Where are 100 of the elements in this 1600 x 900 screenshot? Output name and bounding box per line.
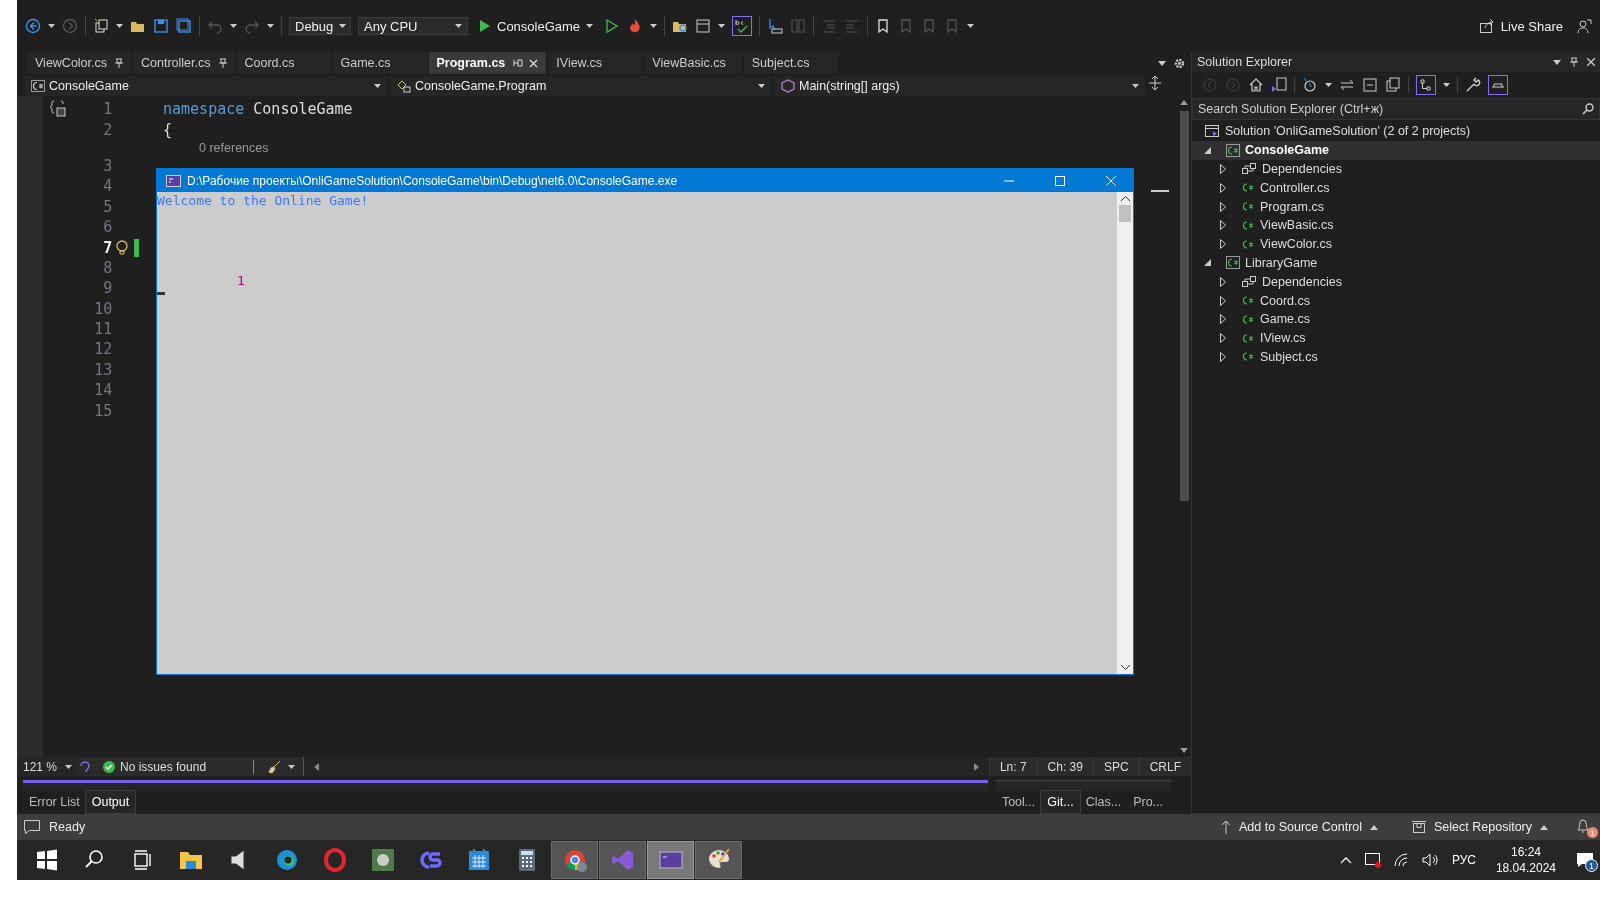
tree-item[interactable]: Controller.cs (1260, 180, 1330, 195)
maximize-icon[interactable] (1054, 175, 1065, 186)
tree-item[interactable]: Coord.cs (1260, 293, 1311, 308)
dropdown-caret-icon[interactable] (288, 764, 295, 769)
back-icon[interactable] (25, 18, 41, 34)
pending-changes-filter-icon[interactable] (1302, 77, 1318, 93)
volume-icon[interactable] (1421, 853, 1440, 867)
cleanup-brush-icon[interactable] (268, 759, 282, 774)
tree-item[interactable]: ConsoleGame (1245, 143, 1330, 158)
panel-tab[interactable]: Clas... (1079, 791, 1128, 813)
select-repository-button[interactable]: Select Repository (1406, 819, 1554, 835)
tree-item[interactable]: Game.cs (1260, 312, 1310, 327)
properties-icon[interactable] (1465, 77, 1481, 93)
issues-status[interactable]: No issues found (120, 759, 207, 774)
screen-icon[interactable] (1363, 852, 1382, 868)
pin-icon[interactable] (218, 58, 227, 68)
platform-dropdown[interactable]: Any CPU (358, 17, 468, 35)
tab-list-caret-icon[interactable] (1158, 60, 1166, 66)
collapsed-arrow-icon[interactable] (1220, 314, 1226, 325)
scroll-up-icon[interactable] (1180, 100, 1188, 105)
document-tab[interactable]: ViewBasic.cs (644, 52, 742, 74)
input-language[interactable]: РУС (1451, 853, 1476, 867)
zoom-dropdown[interactable]: 121 % (17, 757, 79, 776)
clock-date[interactable]: 18.04.2024 (1495, 860, 1556, 876)
panel-tab[interactable]: Error List (23, 791, 86, 813)
tree-item[interactable]: Solution 'OnliGameSolution' (2 of 2 projects) (1225, 124, 1471, 139)
scroll-up-icon[interactable] (1120, 196, 1130, 201)
dropdown-caret-icon[interactable] (1443, 83, 1450, 87)
expanded-arrow-icon[interactable] (1203, 146, 1211, 154)
document-tab[interactable]: Coord.cs (236, 52, 331, 74)
tree-item[interactable]: ViewColor.cs (1260, 237, 1333, 252)
pin-icon[interactable] (1570, 57, 1578, 67)
tree-item[interactable]: Program.cs (1260, 199, 1324, 214)
window-layout-icon[interactable] (695, 18, 712, 34)
scroll-left-icon[interactable] (314, 762, 319, 771)
code-lens-references[interactable]: 0 references (199, 140, 269, 155)
home-icon[interactable] (1248, 77, 1264, 93)
scroll-thumb[interactable] (1179, 111, 1189, 501)
tree-item[interactable]: Subject.cs (1260, 349, 1318, 364)
vertical-scrollbar[interactable] (1117, 192, 1133, 674)
tree-item[interactable]: IView.cs (1260, 331, 1306, 346)
type-dropdown[interactable]: ConsoleGame.Program (391, 76, 771, 96)
scroll-right-icon[interactable] (973, 762, 979, 771)
copy-icon[interactable] (1385, 77, 1401, 93)
document-tab[interactable]: Subject.cs (743, 52, 838, 74)
dropdown-caret-icon[interactable] (718, 24, 726, 28)
close-icon[interactable] (529, 58, 539, 68)
dropdown-caret-icon[interactable] (967, 24, 975, 28)
feedback-icon[interactable] (1576, 18, 1592, 34)
panel-tab[interactable]: Pro... (1127, 791, 1169, 813)
panel-tab[interactable]: Output (85, 791, 136, 813)
collapsed-arrow-icon[interactable] (1220, 333, 1226, 344)
window-title-bar[interactable]: D:\Рабочие проекты\OnliGameSolution\ConsoleGame\bin\Debug\net6.0\ConsoleGame.exe (157, 169, 1133, 192)
document-tab[interactable]: ViewColor.cs (27, 52, 132, 74)
collapsed-arrow-icon[interactable] (1220, 295, 1226, 306)
scroll-thumb[interactable] (1119, 205, 1131, 222)
collapsed-arrow-icon[interactable] (1220, 220, 1226, 231)
save-all-icon[interactable] (176, 18, 192, 34)
expanded-arrow-icon[interactable] (1203, 259, 1211, 267)
dropdown-caret-icon[interactable] (1325, 83, 1332, 87)
member-dropdown[interactable]: Main(string[] args) (775, 76, 1145, 96)
split-window-icon[interactable] (1149, 76, 1161, 90)
panel-tab[interactable]: Git... (1041, 791, 1080, 813)
panel-tab[interactable]: Tool... (995, 791, 1042, 813)
collapse-all-icon[interactable] (1362, 77, 1378, 93)
dropdown-caret-icon[interactable] (267, 24, 274, 28)
preview-icon[interactable] (1488, 75, 1508, 95)
collapsed-arrow-icon[interactable] (1220, 239, 1226, 250)
close-icon[interactable] (1587, 58, 1595, 66)
select-element-icon[interactable] (767, 18, 784, 34)
collapsed-arrow-icon[interactable] (1220, 276, 1226, 287)
settings-icon[interactable] (1174, 57, 1185, 69)
clock-time[interactable]: 16:24 (1510, 844, 1541, 860)
new-item-icon[interactable] (93, 18, 109, 34)
dropdown-caret-icon[interactable] (230, 24, 237, 28)
dropdown-caret-icon[interactable] (650, 24, 658, 28)
tree-item[interactable]: LibraryGame (1245, 255, 1318, 270)
sync-icon[interactable] (1339, 77, 1355, 93)
save-icon[interactable] (153, 18, 169, 34)
document-tab[interactable]: IView.cs (548, 52, 643, 74)
configuration-dropdown[interactable]: Debug (289, 17, 351, 35)
pin-icon[interactable] (513, 59, 524, 67)
listen-icon[interactable] (79, 759, 91, 774)
lightbulb-icon[interactable] (116, 239, 129, 256)
scroll-down-icon[interactable] (1120, 665, 1130, 670)
collapsed-arrow-icon[interactable] (1220, 201, 1226, 212)
project-dropdown[interactable]: ConsoleGame (25, 76, 387, 96)
collapsed-arrow-icon[interactable] (1220, 182, 1226, 193)
chevron-up-icon[interactable] (1339, 856, 1352, 864)
tree-item[interactable]: Dependencies (1262, 162, 1342, 176)
scroll-down-icon[interactable] (1180, 748, 1188, 753)
document-tab[interactable]: Game.cs (332, 52, 427, 74)
pin-icon[interactable] (115, 58, 124, 68)
collapsed-arrow-icon[interactable] (1220, 164, 1226, 174)
horizontal-scrollbar[interactable] (303, 757, 989, 776)
dropdown-caret-icon[interactable] (48, 24, 55, 28)
start-debugging-button[interactable]: ConsoleGame (475, 16, 598, 36)
tree-item[interactable]: Dependencies (1262, 274, 1342, 289)
show-all-files-icon[interactable] (1416, 75, 1436, 95)
document-tab[interactable]: Program.cs (428, 52, 547, 74)
